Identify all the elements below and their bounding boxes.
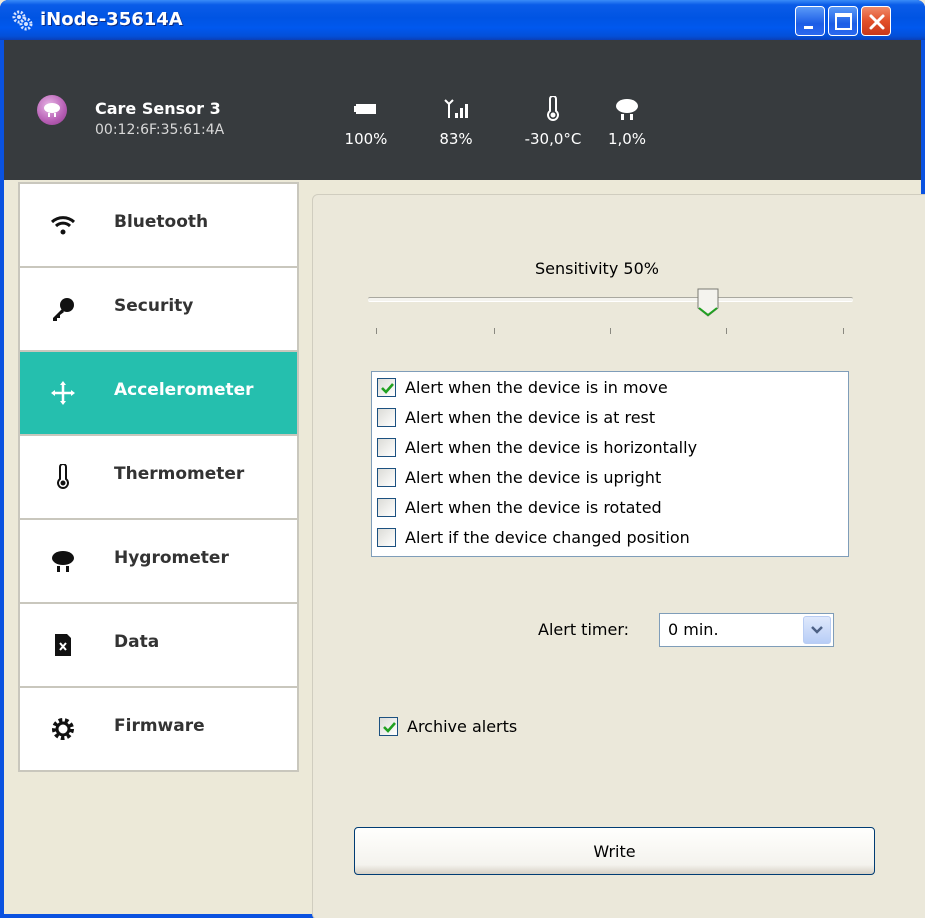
alert-option-rest[interactable]: Alert when the device is at rest xyxy=(377,406,655,428)
sidebar-item-data[interactable]: Data xyxy=(20,604,297,686)
checkmark-icon xyxy=(383,721,396,733)
accelerometer-panel: Sensitivity 50% Alert when the device is… xyxy=(312,194,925,918)
alert-options-list: Alert when the device is in move Alert w… xyxy=(371,371,849,557)
checkbox[interactable] xyxy=(379,716,398,736)
humidity-value: 1,0% xyxy=(607,130,647,148)
sidebar-item-hygrometer[interactable]: Hygrometer xyxy=(20,520,297,602)
slider-tick xyxy=(843,328,844,334)
thermometer-icon xyxy=(547,96,559,121)
battery-value: 100% xyxy=(344,130,388,148)
minimize-icon xyxy=(804,26,813,29)
key-icon xyxy=(50,296,76,322)
app-window: iNode-35614A Care Sensor 3 00:12:6F:35:6… xyxy=(0,0,925,918)
sidebar-item-accelerometer[interactable]: Accelerometer xyxy=(20,352,297,434)
checkbox[interactable] xyxy=(377,407,396,427)
battery-stat: 100% xyxy=(326,95,406,148)
sensitivity-label: Sensitivity 50% xyxy=(535,259,659,278)
alert-option-label: Alert when the device is horizontally xyxy=(405,437,698,457)
rain-cloud-icon xyxy=(616,99,638,120)
slider-tick xyxy=(610,328,611,334)
temperature-stat: -30,0°C xyxy=(513,95,593,148)
move-arrows-icon xyxy=(50,380,76,406)
sidebar-item-label: Thermometer xyxy=(114,464,245,484)
checkbox[interactable] xyxy=(377,377,396,397)
dropdown-button[interactable] xyxy=(803,616,831,644)
device-name: Care Sensor 3 xyxy=(95,99,221,118)
battery-icon xyxy=(354,104,376,114)
gears-icon xyxy=(12,10,33,31)
archive-alerts-label: Archive alerts xyxy=(407,716,518,736)
alert-option-label: Alert when the device is rotated xyxy=(405,497,662,517)
window-title: iNode-35614A xyxy=(40,9,183,30)
slider-tick xyxy=(494,328,495,334)
alert-timer-label: Alert timer: xyxy=(538,620,630,639)
archive-alerts-option[interactable]: Archive alerts xyxy=(379,715,517,737)
device-header: Care Sensor 3 00:12:6F:35:61:4A 100% 83%… xyxy=(4,40,921,180)
alert-option-move[interactable]: Alert when the device is in move xyxy=(377,376,668,398)
thermometer-icon xyxy=(50,464,76,490)
sensitivity-slider-track[interactable] xyxy=(368,297,853,302)
wifi-icon xyxy=(50,212,76,238)
alert-option-label: Alert when the device is at rest xyxy=(405,407,656,427)
sidebar-item-label: Hygrometer xyxy=(114,548,229,568)
write-button[interactable]: Write xyxy=(354,827,875,875)
alert-option-horizontal[interactable]: Alert when the device is horizontally xyxy=(377,436,697,458)
close-icon xyxy=(869,14,885,30)
signal-icon xyxy=(444,99,468,118)
gear-icon xyxy=(50,716,76,742)
slider-tick xyxy=(376,328,377,334)
alert-timer-value: 0 min. xyxy=(668,620,719,639)
checkbox[interactable] xyxy=(377,527,396,547)
device-avatar xyxy=(37,95,67,125)
title-bar[interactable]: iNode-35614A xyxy=(0,0,925,40)
humidity-stat: 1,0% xyxy=(587,95,667,148)
chevron-down-icon xyxy=(811,626,823,634)
minimize-button[interactable] xyxy=(795,6,825,36)
sidebar-item-bluetooth[interactable]: Bluetooth xyxy=(20,184,297,266)
client-area: Care Sensor 3 00:12:6F:35:61:4A 100% 83%… xyxy=(4,40,925,918)
sidebar-item-label: Bluetooth xyxy=(114,212,209,232)
sd-card-icon xyxy=(50,632,76,658)
alert-timer-select[interactable]: 0 min. xyxy=(659,613,834,647)
alert-option-position-changed[interactable]: Alert if the device changed position xyxy=(377,526,690,548)
sidebar-item-security[interactable]: Security xyxy=(20,268,297,350)
rain-cloud-icon xyxy=(50,548,76,574)
device-mac: 00:12:6F:35:61:4A xyxy=(95,122,225,138)
sidebar-item-label: Firmware xyxy=(114,716,205,736)
checkbox[interactable] xyxy=(377,497,396,517)
sidebar-item-thermometer[interactable]: Thermometer xyxy=(20,436,297,518)
alert-option-rotated[interactable]: Alert when the device is rotated xyxy=(377,496,662,518)
alert-option-label: Alert if the device changed position xyxy=(405,527,690,547)
checkmark-icon xyxy=(381,382,394,394)
signal-value: 83% xyxy=(439,130,473,148)
rain-cloud-icon xyxy=(44,103,60,117)
checkbox[interactable] xyxy=(377,467,396,487)
close-button[interactable] xyxy=(861,6,891,36)
sidebar-item-label: Security xyxy=(114,296,194,316)
signal-stat: 83% xyxy=(416,95,496,148)
alert-option-label: Alert when the device is in move xyxy=(405,377,668,397)
slider-tick xyxy=(726,328,727,334)
sidebar-item-firmware[interactable]: Firmware xyxy=(20,688,297,770)
sensitivity-slider-thumb[interactable] xyxy=(696,288,720,318)
alert-option-upright[interactable]: Alert when the device is upright xyxy=(377,466,661,488)
checkbox[interactable] xyxy=(377,437,396,457)
maximize-button[interactable] xyxy=(828,6,858,36)
sidebar-item-label: Data xyxy=(114,632,160,652)
temperature-value: -30,0°C xyxy=(524,130,582,148)
sidebar-item-label: Accelerometer xyxy=(114,380,254,400)
maximize-icon xyxy=(835,13,852,30)
alert-option-label: Alert when the device is upright xyxy=(405,467,662,487)
sidebar: Bluetooth Security Accelerometer Thermom… xyxy=(18,182,299,772)
